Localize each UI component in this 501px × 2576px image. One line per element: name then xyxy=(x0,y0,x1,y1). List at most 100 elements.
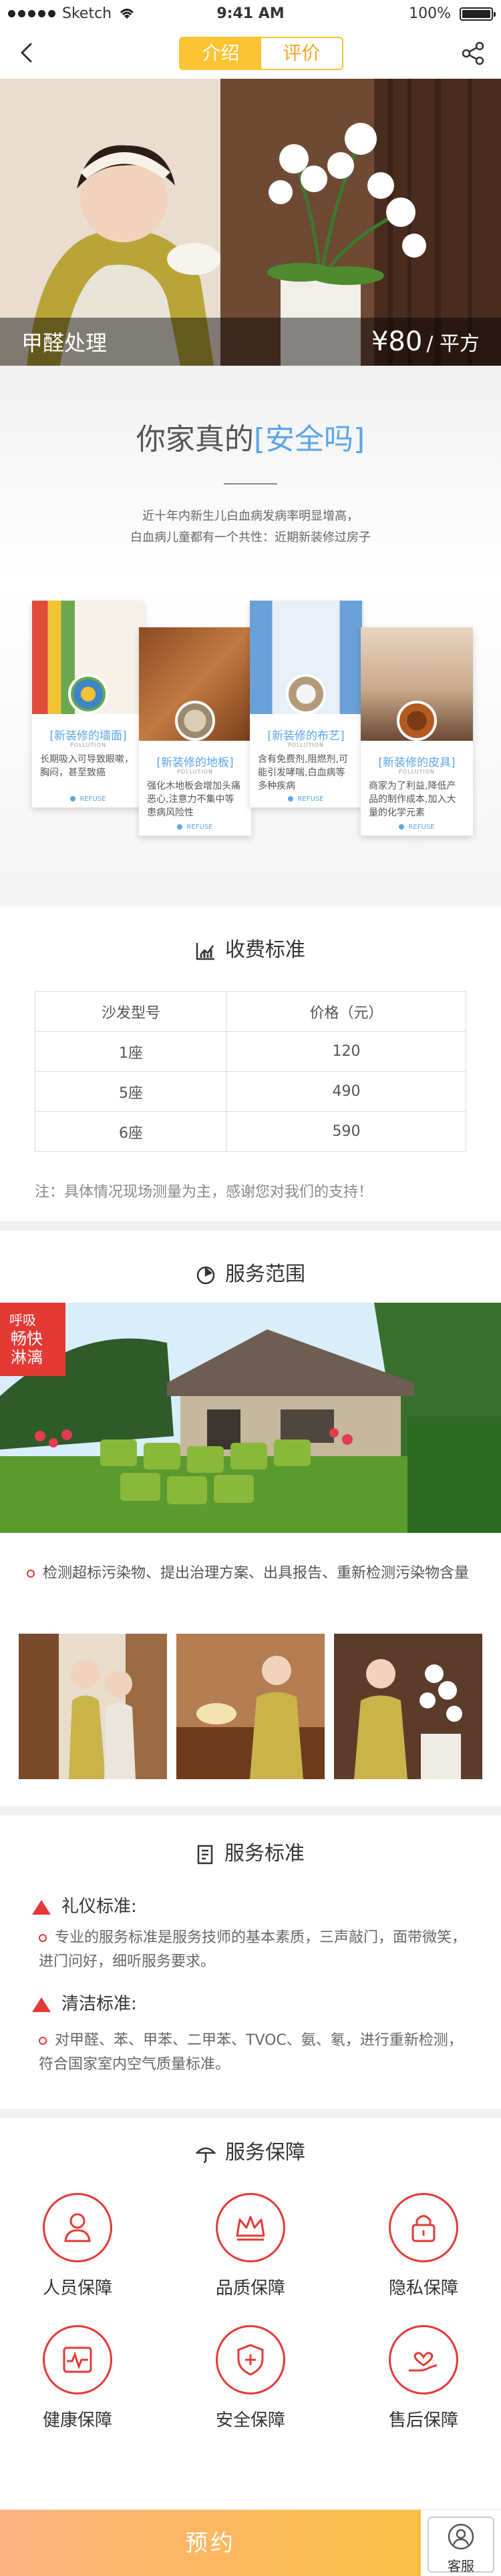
hand-heart-icon xyxy=(409,2352,438,2372)
signal-icon xyxy=(8,9,55,17)
range-header: 服务范围 xyxy=(0,1257,501,1287)
range-description: 检测超标污染物、提出治理方案、出具报告、重新检测污染物含量 xyxy=(27,1560,481,1587)
guarantee-title: 服务保障 xyxy=(225,2141,305,2164)
battery-percent: 100% xyxy=(409,5,451,22)
card-subtitle: POLLUTION xyxy=(69,742,107,748)
guarantee-icon-ring xyxy=(216,2193,285,2262)
section-divider xyxy=(0,1221,501,1231)
promo-ribbon: 呼吸 畅快淋漓 xyxy=(0,1303,65,1376)
hero-info-bar: 甲醛处理 ¥80/ 平方 xyxy=(0,318,501,366)
standard-heading-text: 清洁标准: xyxy=(61,1994,137,2014)
range-text: 检测超标污染物、提出治理方案、出具报告、重新检测污染物含量 xyxy=(43,1565,470,1582)
bullet-icon xyxy=(27,1570,35,1578)
card-more: REFUSE xyxy=(32,795,144,803)
tab-reviews[interactable]: 评价 xyxy=(261,38,342,69)
pricing-title: 收费标准 xyxy=(225,938,305,962)
pollution-card-floor[interactable]: [新装修的地板] POLLUTION 强化木地板会增加头痛恶心,注意力不集中等患… xyxy=(139,627,251,836)
service-photo-2 xyxy=(176,1634,325,1779)
card-more: REFUSE xyxy=(139,824,251,831)
service-photo-1 xyxy=(19,1634,167,1779)
card-medal xyxy=(286,674,326,714)
hero-banner: 甲醛处理 ¥80/ 平方 xyxy=(0,79,501,366)
standard-heading: 清洁标准: xyxy=(32,1990,137,2015)
chart-icon xyxy=(196,942,214,960)
guarantee-safety[interactable]: 安全保障 xyxy=(184,2325,317,2431)
card-medal xyxy=(68,674,108,714)
range-title: 服务范围 xyxy=(225,1263,305,1286)
table-header-cell: 价格（元） xyxy=(226,991,466,1032)
standard-text-body: 专业的服务标准是服务技师的基本素质，三声敲门，面带微笑，进门问好，细听服务要求。 xyxy=(39,1929,467,1970)
status-right: 100% xyxy=(409,5,496,22)
pollution-card-wall[interactable]: [新装修的墙面] POLLUTION 长期吸入可导致眼嗽，胸闷，甚至致癌 REF… xyxy=(32,601,144,808)
tab-intro[interactable]: 介绍 xyxy=(180,38,261,69)
guarantee-icon-ring xyxy=(389,2325,458,2394)
back-arrow-icon[interactable] xyxy=(16,41,39,64)
card-medal xyxy=(175,701,215,741)
service-photo-3 xyxy=(334,1634,482,1779)
guarantee-label: 安全保障 xyxy=(215,2410,285,2431)
section-divider xyxy=(0,2109,501,2118)
service-photo-1-image xyxy=(19,1634,167,1779)
hero-title: 甲醛处理 xyxy=(21,330,108,356)
customer-service-button[interactable]: 客服 xyxy=(428,2517,494,2574)
hero-price: ¥80 xyxy=(371,326,423,357)
segmented-tabs: 介绍 评价 xyxy=(179,37,343,70)
standards-header: 服务标准 xyxy=(0,1837,501,1866)
guarantee-staff[interactable]: 人员保障 xyxy=(11,2193,144,2299)
card-subtitle: POLLUTION xyxy=(287,742,325,748)
range-photo: 呼吸 畅快淋漓 xyxy=(0,1303,501,1533)
card-subtitle: POLLUTION xyxy=(398,769,436,775)
guarantee-icon-ring xyxy=(43,2193,112,2262)
safety-title-prefix: 你家真的 xyxy=(136,422,254,456)
card-desc: 长期吸入可导致眼嗽，胸闷，甚至致癌 xyxy=(40,754,134,778)
triangle-icon xyxy=(32,1899,51,1915)
title-underline xyxy=(224,483,277,485)
safety-title: 你家真的[安全吗] xyxy=(0,415,501,458)
card-title: [新装修的皮具] xyxy=(378,756,456,769)
table-cell: 6座 xyxy=(34,1111,228,1152)
lock-icon xyxy=(411,2215,436,2242)
crown-icon xyxy=(236,2216,265,2241)
guarantee-icon-ring xyxy=(389,2193,458,2262)
guarantee-label: 人员保障 xyxy=(42,2278,112,2298)
hero-price-unit: / 平方 xyxy=(426,332,480,356)
guarantee-privacy[interactable]: 隐私保障 xyxy=(357,2193,490,2299)
carrier-label: Sketch xyxy=(62,5,112,22)
guarantee-quality[interactable]: 品质保障 xyxy=(184,2193,317,2299)
document-list-icon xyxy=(197,1845,213,1864)
card-more: REFUSE xyxy=(361,824,473,831)
table-row: 6座 590 xyxy=(34,1111,466,1152)
hero-price-group: ¥80/ 平方 xyxy=(371,326,480,357)
card-title: [新装修的地板] xyxy=(156,756,234,769)
pollution-card-leather[interactable]: [新装修的皮具] POLLUTION 商家为了利益,降低产品的制作成本,加入大量… xyxy=(361,627,473,836)
ribbon-top-text: 呼吸 xyxy=(9,1312,36,1328)
safety-desc-line-1: 近十年内新生儿白血病发病率明显增高， xyxy=(142,509,359,523)
person-icon xyxy=(64,2213,91,2242)
standard-heading: 礼仪标准: xyxy=(32,1893,137,1917)
triangle-icon xyxy=(32,1997,51,2012)
table-row: 5座 490 xyxy=(34,1071,466,1112)
table-header-cell: 沙发型号 xyxy=(34,991,228,1032)
guarantee-icon-ring xyxy=(216,2325,285,2394)
shield-plus-icon xyxy=(237,2344,264,2376)
standard-text-body: 对甲醛、苯、甲苯、二甲苯、TVOC、氨、氡，进行重新检测，符合国家室内空气质量标… xyxy=(39,2032,463,2073)
card-more: REFUSE xyxy=(250,795,362,803)
standards-title: 服务标准 xyxy=(224,1842,305,1865)
pricing-table: 沙发型号 价格（元） 1座 120 5座 490 6座 590 xyxy=(34,991,466,1152)
card-subtitle: POLLUTION xyxy=(176,769,214,775)
bullet-icon xyxy=(39,2037,47,2045)
guarantee-health[interactable]: 健康保障 xyxy=(11,2325,144,2431)
table-cell: 590 xyxy=(226,1111,466,1152)
pollution-card-fabric[interactable]: [新装修的布艺] POLLUTION 含有免费剂,阻燃剂,可能引发哮喘,白血病等… xyxy=(250,601,362,808)
book-button[interactable]: 预约 xyxy=(0,2510,421,2576)
clock-icon xyxy=(196,1266,215,1284)
standard-text: 专业的服务标准是服务技师的基本素质，三声敲门，面带微笑，进门问好，细听服务要求。 xyxy=(39,1926,466,1974)
safety-section: 你家真的[安全吗] 近十年内新生儿白血病发病率明显增高， 白血病儿童都有一个共性… xyxy=(0,366,501,906)
share-icon[interactable] xyxy=(460,40,486,67)
guarantee-aftersales[interactable]: 售后保障 xyxy=(357,2325,490,2431)
card-desc: 商家为了利益,降低产品的制作成本,加入大量的化学元素 xyxy=(369,781,456,818)
status-bar: Sketch 9:41 AM 100% xyxy=(0,0,501,27)
card-title: [新装修的布艺] xyxy=(267,729,345,743)
status-left: Sketch xyxy=(8,5,136,22)
customer-service-label: 客服 xyxy=(448,2558,474,2574)
